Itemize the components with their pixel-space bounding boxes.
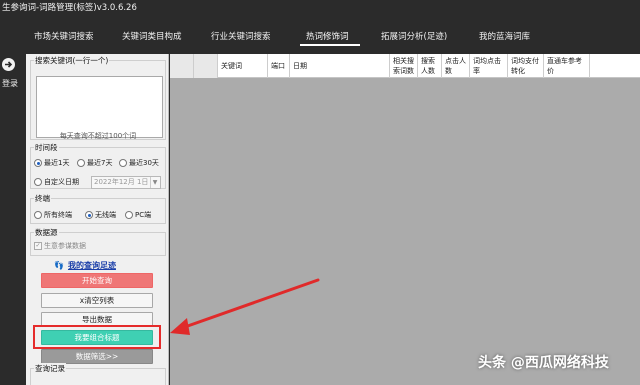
my-query-footprint-link[interactable]: 我的查询足迹 xyxy=(68,260,116,271)
radio-dot xyxy=(34,178,42,186)
radio-label: 自定义日期 xyxy=(44,178,79,186)
login-label[interactable]: 登录 xyxy=(2,78,18,89)
active-tab-indicator xyxy=(300,44,360,46)
grid-header: 关键词 端口 日期 相关搜索词数 搜索人数 点击人数 词均点击率 词均支付转化 … xyxy=(170,54,640,78)
tab-blue-ocean-library[interactable]: 我的蓝海词库 xyxy=(479,30,530,42)
check-icon: ✓ xyxy=(34,242,42,250)
column-header-keyword[interactable]: 关键词 xyxy=(218,54,268,78)
radio-label: PC端 xyxy=(135,211,152,219)
radio-all-terminals[interactable]: 所有终端 xyxy=(34,210,72,220)
keyword-hint: 每天查询不超过100个词 xyxy=(59,132,137,140)
column-header-ztc-ref-price[interactable]: 直通车参考价 xyxy=(544,54,590,78)
keyword-group-title: 搜索关键词(一行一个) xyxy=(34,55,110,66)
data-source-group: 数据源 ✓ 生意参谋数据 xyxy=(30,227,166,256)
terminal-group-title: 终端 xyxy=(34,193,51,204)
column-header-search-users[interactable]: 搜索人数 xyxy=(418,54,442,78)
results-grid[interactable]: 关键词 端口 日期 相关搜索词数 搜索人数 点击人数 词均点击率 词均支付转化 … xyxy=(170,54,640,385)
column-header-related-search-words[interactable]: 相关搜索词数 xyxy=(390,54,418,78)
date-picker[interactable]: 2022年12月 1日 ▼ xyxy=(91,176,161,189)
keyword-input[interactable] xyxy=(36,76,163,138)
radio-dot xyxy=(125,211,133,219)
radio-last-30-days[interactable]: 最近30天 xyxy=(119,158,159,168)
arrow-right-circle-icon[interactable] xyxy=(2,58,15,71)
source-checkbox[interactable]: ✓ 生意参谋数据 xyxy=(34,241,86,251)
query-history-group: 查询记录 xyxy=(30,363,166,385)
radio-pc[interactable]: PC端 xyxy=(125,210,151,220)
terminal-group: 终端 所有终端 无线端 PC端 xyxy=(30,193,166,224)
radio-dot xyxy=(77,159,85,167)
tab-expansion-analysis[interactable]: 拓展词分析(足迹) xyxy=(381,30,447,42)
source-group-title: 数据源 xyxy=(34,227,59,238)
tab-industry-keyword-search[interactable]: 行业关键词搜索 xyxy=(211,30,271,42)
footprint-link-row[interactable]: 👣 我的查询足迹 xyxy=(54,260,116,271)
column-header[interactable] xyxy=(194,54,218,78)
radio-dot xyxy=(34,211,42,219)
checkbox-label: 生意参谋数据 xyxy=(44,242,86,250)
radio-last-1-day[interactable]: 最近1天 xyxy=(34,158,69,168)
column-header-avg-pay-conversion[interactable]: 词均支付转化 xyxy=(508,54,544,78)
radio-label: 最近7天 xyxy=(87,159,113,167)
column-header-date[interactable]: 日期 xyxy=(290,54,390,78)
footprint-icon: 👣 xyxy=(54,261,64,270)
time-range-group: 时间段 最近1天 最近7天 最近30天 自定义日期 2022年12月 1日 ▼ xyxy=(30,142,166,189)
watermark: 头条 @西瓜网络科技 xyxy=(478,355,609,371)
tab-keyword-category[interactable]: 关键词类目构成 xyxy=(122,30,182,42)
radio-dot xyxy=(34,159,42,167)
radio-last-7-days[interactable]: 最近7天 xyxy=(77,158,112,168)
radio-label: 所有终端 xyxy=(44,211,72,219)
window-title: 生参询词-词路管理(标签)v3.0.6.26 xyxy=(0,0,640,16)
history-title: 查询记录 xyxy=(34,363,66,374)
tab-hot-modifier-words[interactable]: 热词修饰词 xyxy=(306,30,349,42)
column-header[interactable] xyxy=(170,54,194,78)
search-panel: 搜索关键词(一行一个) 每天查询不超过100个词 时间段 最近1天 最近7天 最… xyxy=(26,54,169,385)
chevron-down-icon[interactable]: ▼ xyxy=(150,177,159,188)
data-filter-button[interactable]: 数据筛选>> xyxy=(41,349,153,364)
radio-dot xyxy=(85,211,93,219)
radio-label: 最近1天 xyxy=(44,159,70,167)
radio-wireless[interactable]: 无线端 xyxy=(85,210,116,220)
radio-dot xyxy=(119,159,127,167)
radio-custom-date[interactable]: 自定义日期 xyxy=(34,177,79,187)
start-query-button[interactable]: 开始查询 xyxy=(41,273,153,288)
column-header-port[interactable]: 端口 xyxy=(268,54,290,78)
time-group-title: 时间段 xyxy=(34,142,59,153)
radio-label: 无线端 xyxy=(95,211,116,219)
clear-list-button[interactable]: x清空列表 xyxy=(41,293,153,308)
column-header-avg-ctr[interactable]: 词均点击率 xyxy=(470,54,508,78)
date-value: 2022年12月 1日 xyxy=(94,178,149,186)
keyword-group: 搜索关键词(一行一个) xyxy=(30,55,166,140)
tab-market-keyword-search[interactable]: 市场关键词搜索 xyxy=(34,30,94,42)
radio-label: 最近30天 xyxy=(129,159,159,167)
compose-title-button[interactable]: 我要组合标题 xyxy=(41,330,153,345)
column-header-click-users[interactable]: 点击人数 xyxy=(442,54,470,78)
top-nav: 市场关键词搜索 关键词类目构成 行业关键词搜索 热词修饰词 拓展词分析(足迹) … xyxy=(0,16,640,54)
left-rail: 登录 xyxy=(0,54,26,385)
